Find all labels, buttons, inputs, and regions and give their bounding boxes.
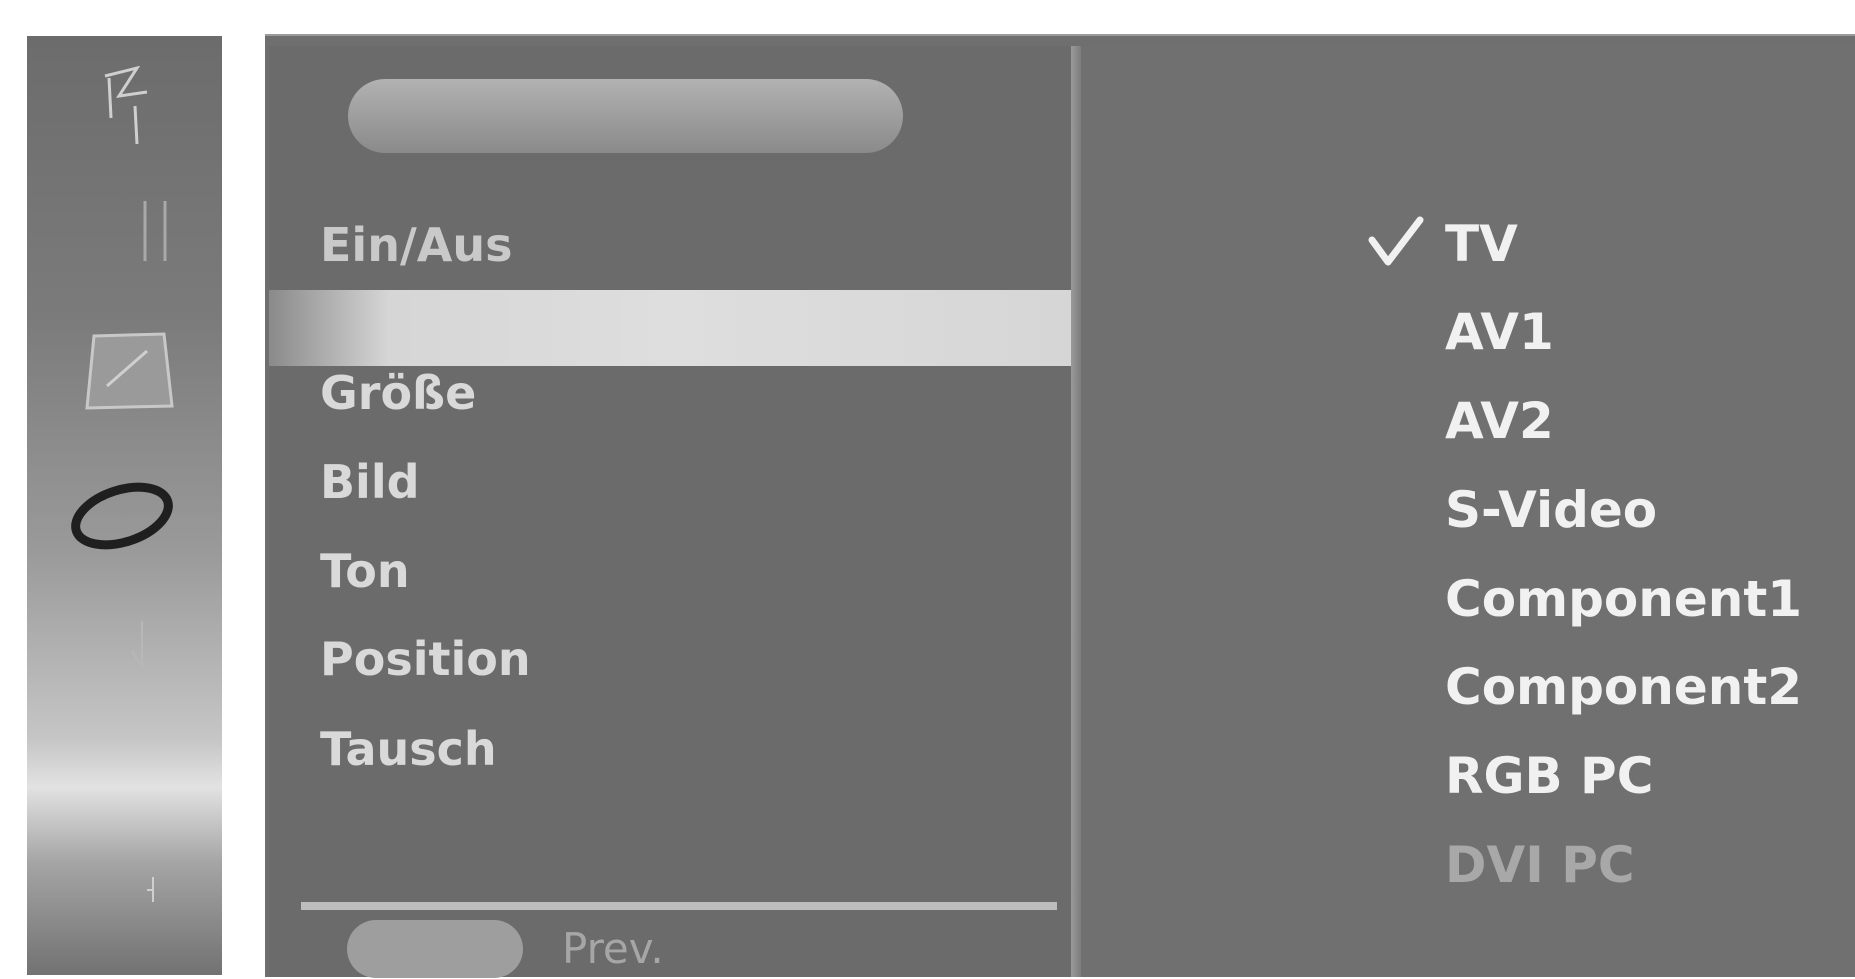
source-item-component2[interactable]: Component2 xyxy=(1445,655,1802,719)
source-item-rgb-pc[interactable]: RGB PC xyxy=(1445,744,1653,808)
menu-item-groesse[interactable]: Größe xyxy=(320,363,476,423)
menu-item-position[interactable]: Position xyxy=(320,629,531,689)
footer-divider xyxy=(301,902,1057,910)
checkmark-icon xyxy=(1368,216,1424,266)
source-item-dvi-pc: DVI PC xyxy=(1445,836,1635,894)
osd-menu-window: Ein/Aus Größe Bild Ton Position Tausch P… xyxy=(265,34,1855,978)
disc-ring-icon[interactable] xyxy=(67,476,177,556)
title-pill xyxy=(348,79,903,153)
menu-item-tausch[interactable]: Tausch xyxy=(320,719,497,779)
small-arrow-icon[interactable] xyxy=(122,616,162,676)
menu-item-ton[interactable]: Ton xyxy=(320,541,410,601)
source-item-tv[interactable]: TV xyxy=(1445,212,1518,276)
source-item-component1[interactable]: Component1 xyxy=(1445,567,1802,631)
menu-item-bild[interactable]: Bild xyxy=(320,452,420,512)
menu-panel: Ein/Aus Größe Bild Ton Position Tausch P… xyxy=(269,46,1071,978)
screen-card-icon[interactable] xyxy=(82,326,182,416)
menu-item-highlight[interactable] xyxy=(269,290,1071,366)
source-item-s-video[interactable]: S-Video xyxy=(1445,478,1657,542)
icon-strip xyxy=(27,36,222,975)
source-list-panel: TV AV1 AV2 S-Video Component1 Component2… xyxy=(1081,46,1855,977)
source-item-av2[interactable]: AV2 xyxy=(1445,389,1554,453)
panel-divider xyxy=(1071,46,1081,977)
antenna-icon[interactable] xyxy=(97,66,157,146)
prev-label: Prev. xyxy=(562,924,664,973)
lock-tick-icon[interactable] xyxy=(139,872,169,912)
prev-button[interactable] xyxy=(347,920,523,978)
menu-item-ein-aus[interactable]: Ein/Aus xyxy=(320,215,512,275)
source-item-av1[interactable]: AV1 xyxy=(1445,300,1554,364)
pause-bars-icon[interactable] xyxy=(137,201,177,271)
